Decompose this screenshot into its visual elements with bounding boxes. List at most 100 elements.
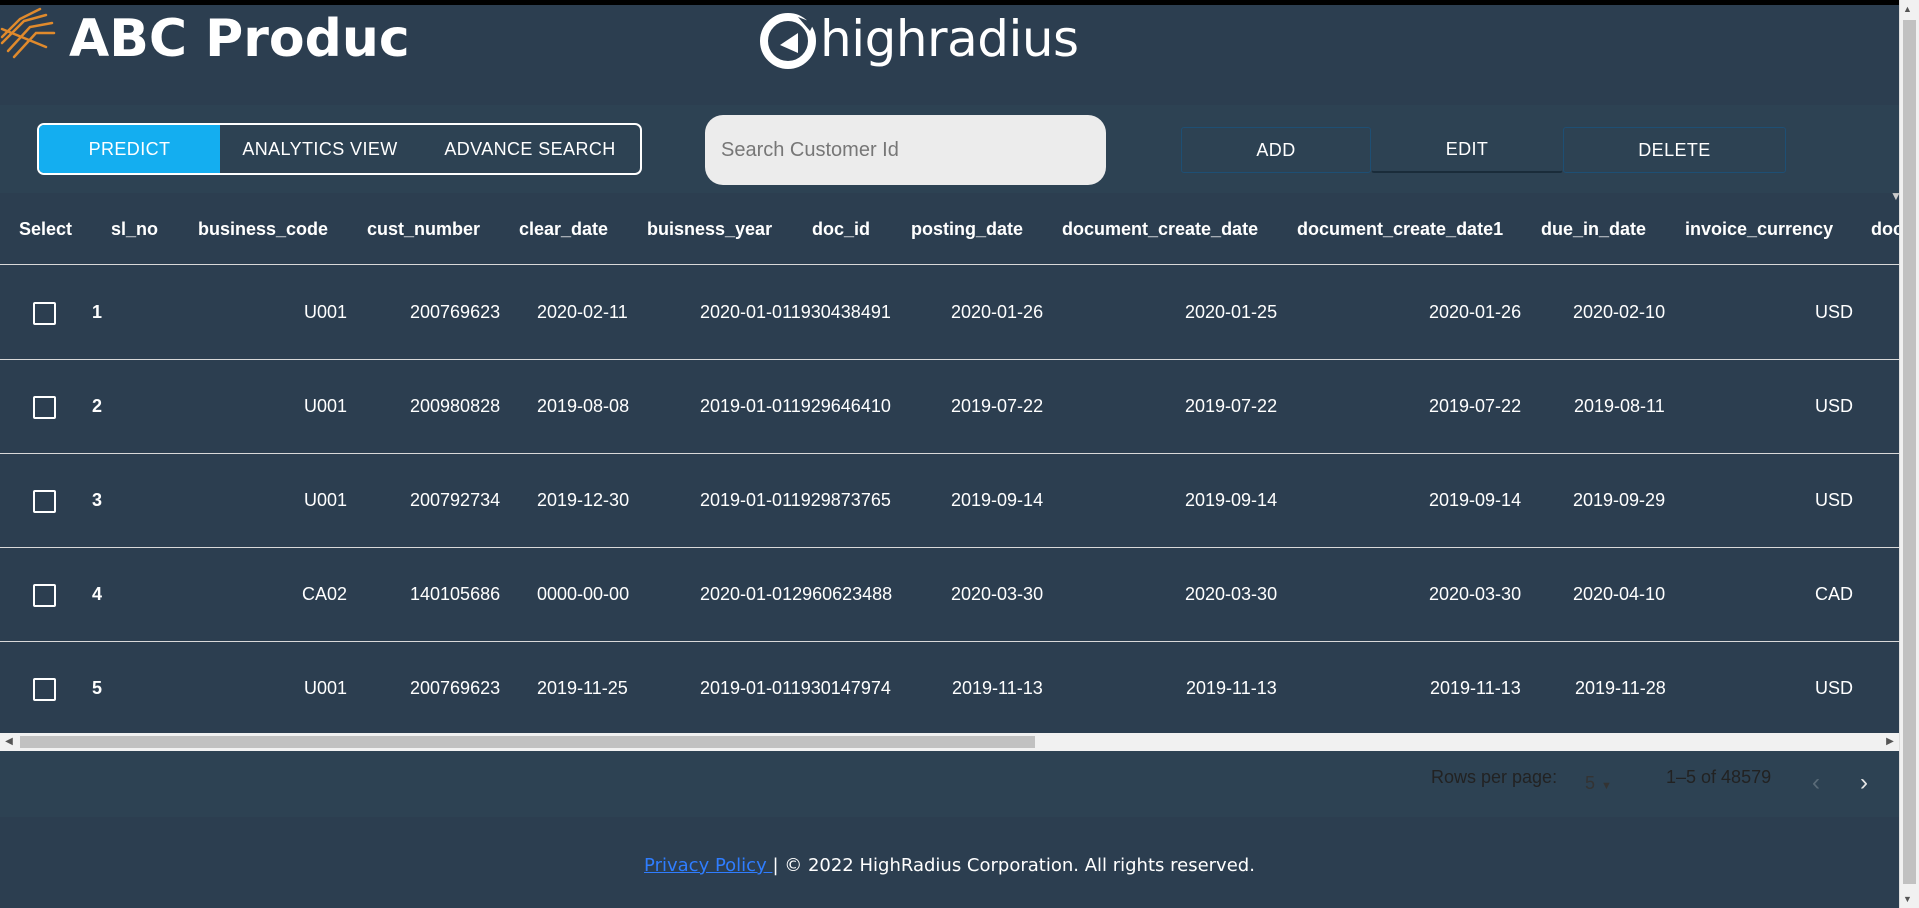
cell-buisness-year-doc-id: 2019-01-011929646410	[700, 396, 891, 416]
view-tab-group: PREDICT ANALYTICS VIEW ADVANCE SEARCH	[37, 123, 642, 175]
footer-text: Privacy Policy | © 2022 HighRadius Corpo…	[0, 855, 1899, 876]
rows-per-page-label: Rows per page:	[1431, 767, 1558, 787]
add-button[interactable]: ADD	[1181, 127, 1371, 173]
vertical-scrollbar[interactable]: ▲ ▼	[1899, 0, 1919, 908]
brand-title: ABC Produc	[69, 9, 410, 69]
column-menu-caret-icon[interactable]: ▼	[1890, 193, 1899, 203]
scroll-right-icon[interactable]: ▶	[1883, 735, 1897, 749]
cell-posting-date: 2020-03-30	[951, 584, 1044, 604]
table-row[interactable]: 5 U001 200769623 2019-11-25 2019-01-0119…	[0, 642, 1899, 733]
row-select-checkbox[interactable]	[33, 584, 56, 607]
privacy-policy-link[interactable]: Privacy Policy	[644, 855, 772, 876]
col-header-due-in-date[interactable]: due_in_date	[1541, 193, 1646, 265]
cell-invoice-currency: USD	[1815, 396, 1854, 416]
cell-posting-date: 2020-01-26	[951, 302, 1044, 322]
cell-due-in-date: 2020-02-10	[1573, 302, 1666, 322]
cell-invoice-currency: USD	[1815, 678, 1854, 698]
col-header-cust-number[interactable]: cust_number	[367, 193, 480, 265]
cell-buisness-year-doc-id: 2020-01-011930438491	[700, 302, 891, 322]
cell-sl-no: 1	[92, 302, 103, 322]
row-select-checkbox[interactable]	[33, 490, 56, 513]
abc-logo-icon	[0, 7, 56, 59]
row-select-checkbox[interactable]	[33, 678, 56, 701]
cell-business-code: CA02	[302, 584, 348, 604]
col-header-posting-date[interactable]: posting_date	[911, 193, 1023, 265]
cell-sl-no: 4	[92, 584, 103, 604]
col-header-document-create-date[interactable]: document_create_date	[1062, 193, 1258, 265]
toolbar: PREDICT ANALYTICS VIEW ADVANCE SEARCH AD…	[0, 105, 1899, 193]
cell-buisness-year-doc-id: 2019-01-011929873765	[700, 490, 891, 510]
col-header-document-create-date1[interactable]: document_create_date1	[1297, 193, 1503, 265]
chevron-left-icon[interactable]: ‹	[1812, 769, 1820, 797]
cell-document-create-date1: 2019-09-14	[1429, 490, 1522, 510]
cell-business-code: U001	[304, 396, 348, 416]
cell-sl-no: 5	[92, 678, 103, 698]
search-customer-input[interactable]	[705, 115, 1106, 185]
rows-per-page-value: 5	[1585, 773, 1596, 793]
cell-due-in-date: 2019-11-28	[1575, 678, 1666, 698]
cell-clear-date: 2019-12-30	[537, 490, 630, 510]
row-select-checkbox[interactable]	[33, 302, 56, 325]
cell-cust-number: 200792734	[410, 490, 501, 510]
cell-cust-number: 200980828	[410, 396, 501, 416]
table-row[interactable]: 3 U001 200792734 2019-12-30 2019-01-0119…	[0, 454, 1899, 548]
col-header-doc-id[interactable]: doc_id	[812, 193, 870, 265]
cell-document-create-date1: 2020-03-30	[1429, 584, 1522, 604]
scroll-up-icon[interactable]: ▲	[1903, 4, 1912, 14]
tab-advance-search[interactable]: ADVANCE SEARCH	[420, 125, 640, 173]
table-pagination: Rows per page: 5 ▼ 1–5 of 48579 ‹ ›	[0, 751, 1899, 817]
col-header-buisness-year[interactable]: buisness_year	[647, 193, 772, 265]
table-row[interactable]: 2 U001 200980828 2019-08-08 2019-01-0119…	[0, 360, 1899, 454]
table-row[interactable]: 1 U001 200769623 2020-02-11 2020-01-0119…	[0, 266, 1899, 360]
highradius-wordmark: highradius	[820, 10, 1079, 68]
page-range-text: 1–5 of 48579	[1666, 767, 1772, 787]
col-header-business-code[interactable]: business_code	[198, 193, 328, 265]
chevron-right-icon[interactable]: ›	[1860, 769, 1868, 797]
cell-document-create-date: 2020-03-30	[1185, 584, 1278, 604]
rows-per-page-select[interactable]: 5 ▼	[1585, 773, 1612, 794]
col-header-sl-no[interactable]: sl_no	[111, 193, 158, 265]
table-row[interactable]: 4 CA02 140105686 0000-00-00 2020-01-0129…	[0, 548, 1899, 642]
cell-posting-date: 2019-09-14	[951, 490, 1044, 510]
cell-due-in-date: 2019-09-29	[1573, 490, 1666, 510]
cell-document-create-date: 2019-09-14	[1185, 490, 1278, 510]
scroll-down-icon[interactable]: ▼	[1903, 894, 1912, 904]
cell-posting-date: 2019-11-13	[952, 678, 1043, 698]
search-customer-box	[705, 115, 1106, 185]
cell-invoice-currency: CAD	[1815, 584, 1854, 604]
cell-sl-no: 2	[92, 396, 103, 416]
col-header-doc-truncated[interactable]: doc	[1871, 193, 1899, 265]
tab-predict[interactable]: PREDICT	[39, 125, 220, 173]
scroll-left-icon[interactable]: ◀	[2, 735, 16, 749]
col-header-invoice-currency[interactable]: invoice_currency	[1685, 193, 1833, 265]
vertical-scroll-thumb[interactable]	[1903, 20, 1916, 884]
cell-clear-date: 2020-02-11	[537, 302, 628, 322]
horizontal-scrollbar[interactable]: ◀ ▶	[0, 733, 1899, 751]
cell-cust-number: 200769623	[410, 302, 501, 322]
edit-button[interactable]: EDIT	[1371, 127, 1563, 173]
cell-due-in-date: 2019-08-11	[1574, 396, 1665, 416]
cell-business-code: U001	[304, 678, 348, 698]
col-header-select[interactable]: Select	[19, 193, 72, 265]
cell-sl-no: 3	[92, 490, 103, 510]
invoice-data-grid: Select sl_no business_code cust_number c…	[0, 193, 1899, 733]
cell-document-create-date1: 2019-11-13	[1430, 678, 1521, 698]
app-root: ABC Produc highradius PREDICT ANALYTICS …	[0, 0, 1899, 908]
tab-analytics-view[interactable]: ANALYTICS VIEW	[220, 125, 420, 173]
row-select-checkbox[interactable]	[33, 396, 56, 419]
app-header: ABC Produc highradius	[0, 5, 1899, 105]
cell-document-create-date1: 2019-07-22	[1429, 396, 1522, 416]
col-header-clear-date[interactable]: clear_date	[519, 193, 608, 265]
cell-invoice-currency: USD	[1815, 302, 1854, 322]
cell-clear-date: 2019-11-25	[537, 678, 628, 698]
cell-document-create-date: 2020-01-25	[1185, 302, 1278, 322]
cell-buisness-year-doc-id: 2019-01-011930147974	[700, 678, 891, 698]
cell-business-code: U001	[304, 302, 348, 322]
caret-down-icon: ▼	[1601, 780, 1612, 792]
delete-button[interactable]: DELETE	[1563, 127, 1786, 173]
horizontal-scroll-thumb[interactable]	[20, 736, 1035, 748]
cell-cust-number: 140105686	[410, 584, 501, 604]
cell-clear-date: 2019-08-08	[537, 396, 630, 416]
cell-clear-date: 0000-00-00	[537, 584, 630, 604]
cell-due-in-date: 2020-04-10	[1573, 584, 1666, 604]
